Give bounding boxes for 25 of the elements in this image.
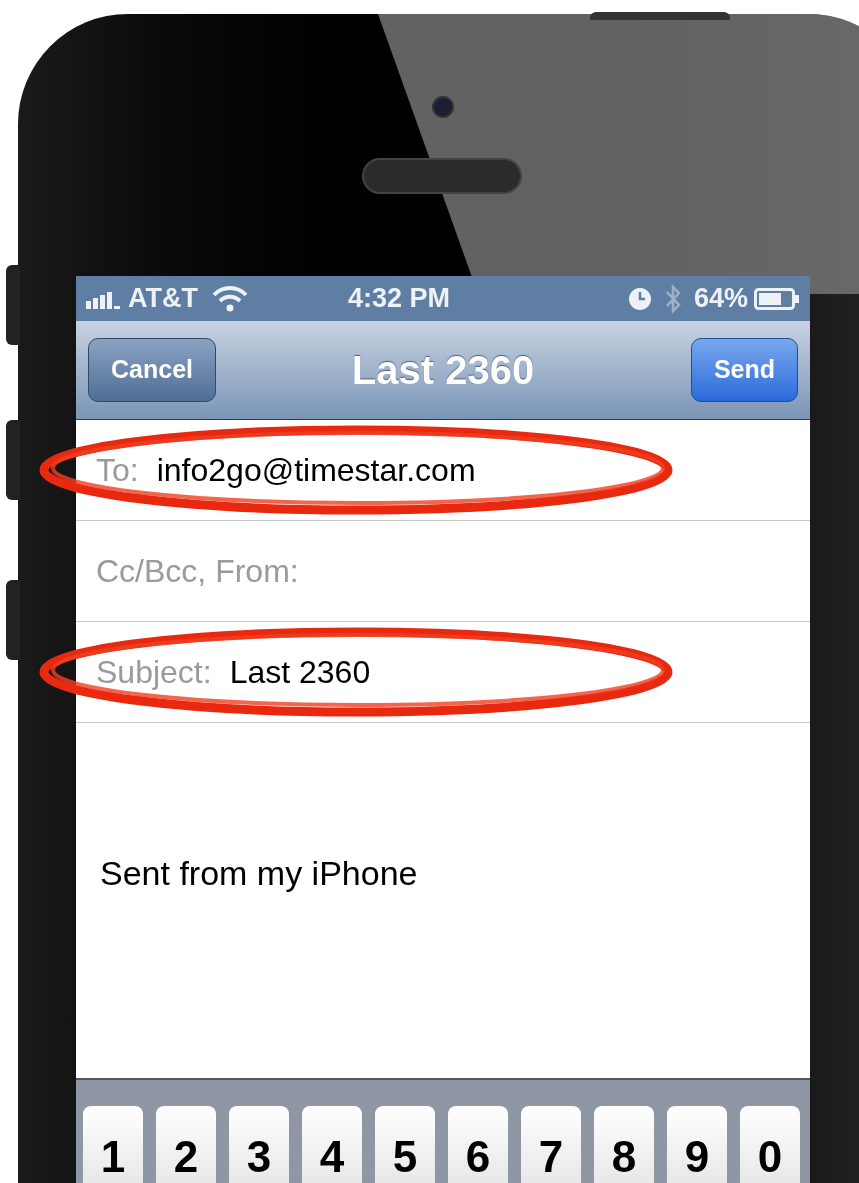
battery-icon <box>754 287 800 310</box>
screen-title: Last 2360 <box>350 347 536 395</box>
keyboard-key[interactable]: 1 <box>83 1106 143 1183</box>
clock-icon <box>627 286 652 311</box>
email-signature: Sent from my iPhone <box>100 853 419 895</box>
field-label: To: <box>96 451 139 491</box>
keyboard-key[interactable]: 5 <box>375 1106 435 1183</box>
cancel-button[interactable]: Cancel <box>88 338 216 403</box>
keyboard-key[interactable]: 9 <box>667 1106 727 1183</box>
keyboard-key[interactable]: 7 <box>521 1106 581 1183</box>
keyboard-key[interactable]: 8 <box>594 1106 654 1183</box>
field-label: Cc/Bcc, From: <box>96 552 299 592</box>
field-value: info2go@timestar.com <box>156 451 476 491</box>
keyboard-key[interactable]: 4 <box>302 1106 362 1183</box>
keyboard-key[interactable]: 3 <box>229 1106 289 1183</box>
carrier-name: AT&T <box>128 282 198 316</box>
battery-percentage: 64% <box>693 282 748 316</box>
bluetooth-icon <box>663 283 682 314</box>
keyboard-key[interactable]: 0 <box>740 1106 800 1183</box>
wifi-icon <box>212 285 248 312</box>
field-value: Last 2360 <box>229 653 371 693</box>
keyboard-key[interactable]: 2 <box>156 1106 216 1183</box>
clock-time: 4:32 PM <box>348 282 451 316</box>
keyboard-key[interactable]: 6 <box>448 1106 508 1183</box>
field-label: Subject: <box>96 653 212 693</box>
